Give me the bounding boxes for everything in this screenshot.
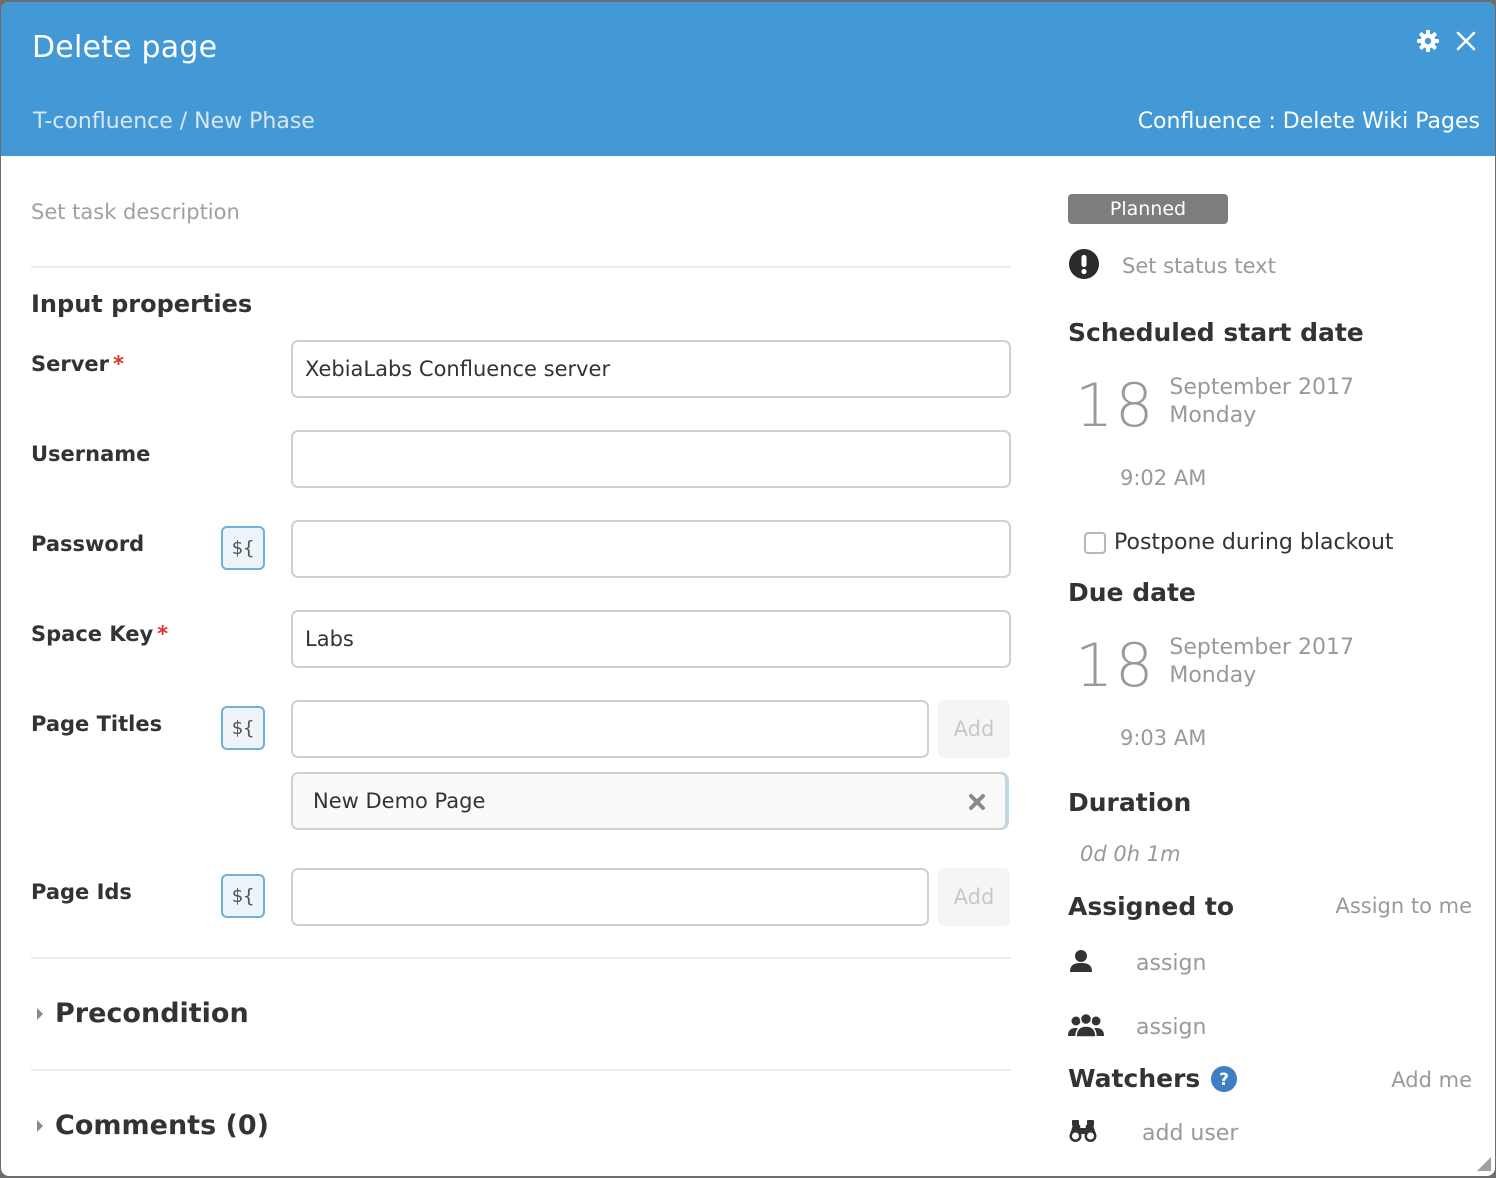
page-titles-label: Page Titles: [31, 712, 163, 736]
caret-right-icon: [37, 1007, 43, 1020]
server-value: XebiaLabs Confluence server: [305, 357, 611, 381]
page-titles-variable-toggle[interactable]: ${: [221, 706, 265, 750]
divider: [31, 266, 1011, 268]
breadcrumb[interactable]: T-confluence / New Phase: [33, 109, 315, 134]
comments-toggle[interactable]: Comments (0): [31, 1110, 269, 1141]
assign-team-input[interactable]: assign: [1136, 1015, 1206, 1040]
task-title[interactable]: Delete page: [32, 30, 217, 65]
precondition-toggle[interactable]: Precondition: [31, 998, 249, 1029]
task-modal: Delete page T-confluence / New Phase Con…: [1, 2, 1495, 1176]
divider: [31, 957, 1011, 959]
page-title-item-text: New Demo Page: [313, 789, 486, 813]
binoculars-icon: [1068, 1118, 1142, 1148]
status-text-row: Set status text: [1068, 248, 1276, 284]
user-icon: [1068, 948, 1136, 978]
page-ids-variable-toggle[interactable]: ${: [221, 874, 265, 918]
server-label-text: Server: [31, 352, 110, 376]
gear-icon[interactable]: [1415, 28, 1441, 54]
remove-icon[interactable]: [967, 792, 987, 812]
space-key-field[interactable]: Labs: [291, 610, 1011, 668]
assign-team-row: assign: [1068, 1012, 1206, 1042]
scheduled-start-day: 18: [1075, 371, 1156, 441]
watchers-title: Watchers: [1068, 1064, 1201, 1093]
scheduled-start-month-year: September 2017: [1169, 375, 1354, 400]
due-date-title: Due date: [1068, 578, 1196, 607]
page-ids-add-button[interactable]: Add: [938, 868, 1010, 926]
task-type: Confluence : Delete Wiki Pages: [1137, 109, 1480, 134]
postpone-blackout-checkbox[interactable]: [1084, 531, 1106, 554]
duration-title: Duration: [1068, 788, 1192, 817]
assign-to-me-link[interactable]: Assign to me: [1335, 894, 1472, 918]
due-date[interactable]: 18 September 2017 Monday: [1075, 631, 1354, 701]
password-field[interactable]: [291, 520, 1011, 578]
password-label: Password: [31, 532, 145, 556]
due-date-day: 18: [1075, 631, 1156, 701]
space-key-label: Space Key *: [31, 622, 168, 646]
status-text-input[interactable]: Set status text: [1122, 254, 1276, 278]
space-key-label-text: Space Key: [31, 622, 154, 646]
status-badge: Planned: [1068, 194, 1228, 224]
add-watcher-row: add user: [1068, 1118, 1238, 1148]
scheduled-start-title: Scheduled start date: [1068, 318, 1364, 347]
page-titles-add-button[interactable]: Add: [938, 700, 1010, 758]
header-actions: [1415, 28, 1479, 54]
add-watcher-input[interactable]: add user: [1142, 1121, 1238, 1146]
page-title-item[interactable]: New Demo Page: [291, 772, 1007, 830]
assign-user-input[interactable]: assign: [1136, 951, 1206, 976]
duration-value[interactable]: 0d 0h 1m: [1080, 842, 1181, 866]
page-titles-input[interactable]: [291, 700, 929, 758]
help-icon[interactable]: ?: [1210, 1065, 1238, 1093]
due-date-weekday: Monday: [1169, 663, 1257, 688]
required-marker: *: [157, 622, 169, 646]
add-me-link[interactable]: Add me: [1391, 1068, 1472, 1092]
close-icon[interactable]: [1453, 28, 1479, 54]
users-icon: [1068, 1012, 1136, 1042]
input-properties-title: Input properties: [31, 290, 253, 318]
postpone-blackout-row: Postpone during blackout: [1084, 530, 1394, 555]
task-description[interactable]: Set task description: [31, 200, 240, 224]
resize-handle-icon[interactable]: [1477, 1156, 1491, 1171]
postpone-blackout-label[interactable]: Postpone during blackout: [1114, 530, 1394, 555]
page-ids-label: Page Ids: [31, 880, 132, 904]
username-label: Username: [31, 442, 151, 466]
scheduled-start-time[interactable]: 9:02 AM: [1120, 466, 1206, 490]
due-date-time[interactable]: 9:03 AM: [1120, 726, 1206, 750]
password-variable-toggle[interactable]: ${: [221, 526, 265, 570]
divider: [31, 1069, 1011, 1071]
scheduled-start-date[interactable]: 18 September 2017 Monday: [1075, 371, 1354, 441]
watchers-title-row: Watchers ?: [1068, 1064, 1238, 1093]
required-marker: *: [113, 352, 124, 376]
exclamation-circle-icon: [1068, 248, 1100, 284]
assigned-to-title: Assigned to: [1068, 892, 1235, 921]
modal-header: Delete page T-confluence / New Phase Con…: [1, 2, 1495, 156]
assign-user-row: assign: [1068, 948, 1206, 978]
due-date-month-year: September 2017: [1169, 635, 1354, 660]
precondition-title: Precondition: [55, 998, 249, 1029]
caret-right-icon: [37, 1119, 43, 1132]
server-field[interactable]: XebiaLabs Confluence server: [291, 340, 1011, 398]
space-key-value: Labs: [305, 627, 354, 651]
svg-text:?: ?: [1219, 1070, 1229, 1090]
comments-title: Comments (0): [55, 1110, 270, 1141]
server-label: Server *: [31, 352, 124, 376]
username-field[interactable]: [291, 430, 1011, 488]
page-ids-input[interactable]: [291, 868, 929, 926]
scheduled-start-weekday: Monday: [1169, 403, 1257, 428]
